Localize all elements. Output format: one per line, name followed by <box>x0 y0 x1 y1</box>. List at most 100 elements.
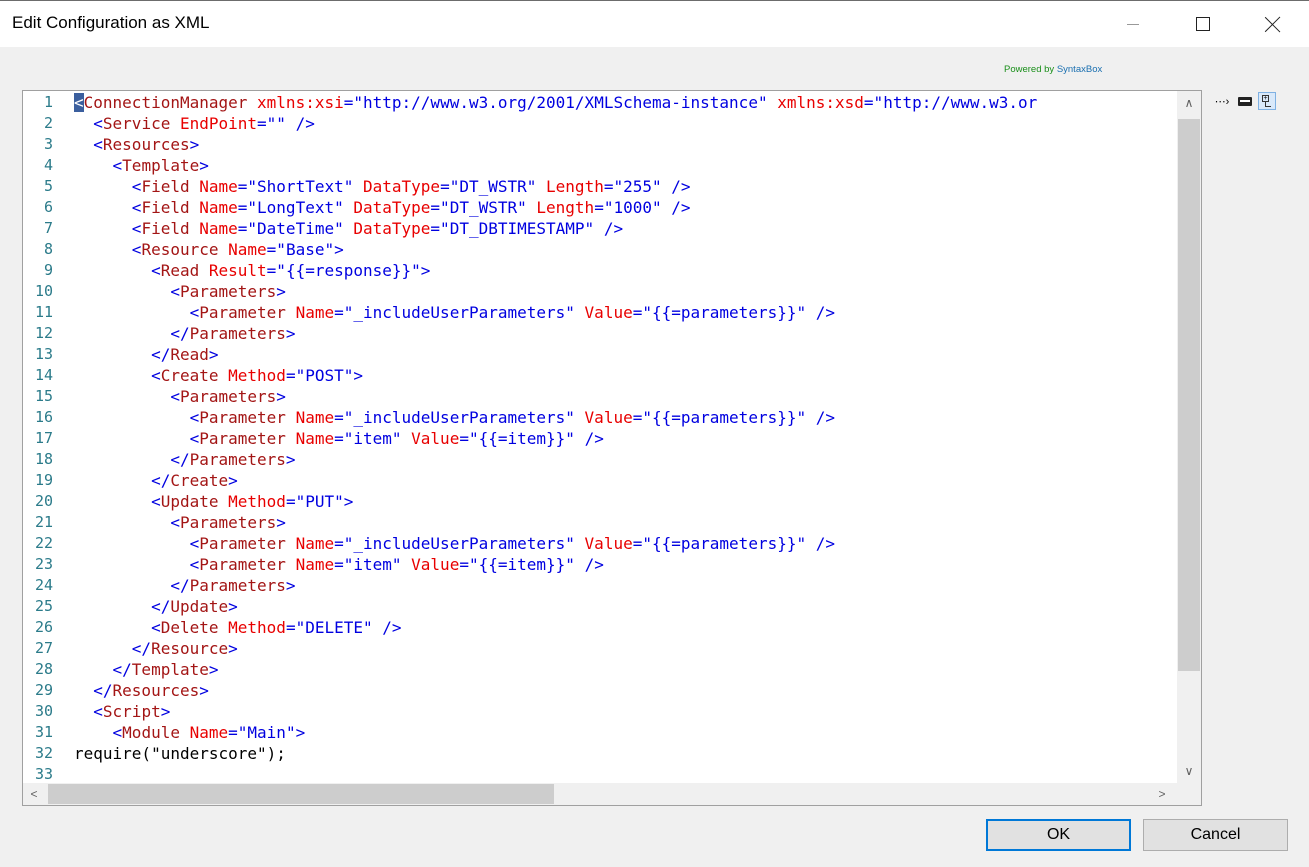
scroll-left-icon[interactable]: < <box>23 783 45 805</box>
scroll-up-icon[interactable]: ∧ <box>1177 91 1201 115</box>
line-number: 30 <box>34 702 53 720</box>
horizontal-scroll-thumb[interactable] <box>48 784 554 804</box>
code-line[interactable]: require("underscore"); <box>74 743 286 764</box>
code-token: > <box>276 513 286 532</box>
code-token: item <box>353 555 392 574</box>
code-line[interactable]: <Parameter Name="item" Value="{{=item}}"… <box>74 554 604 575</box>
code-line[interactable]: </Template> <box>74 659 219 680</box>
code-line[interactable]: <Parameters> <box>74 281 286 302</box>
code-line[interactable]: </Parameters> <box>74 575 295 596</box>
code-token: PUT <box>305 492 335 511</box>
code-token: _includeUserParameters <box>353 303 566 322</box>
code-line[interactable]: <Create Method="POST"> <box>74 365 363 386</box>
line-number: 11 <box>34 303 53 321</box>
code-line[interactable]: </Parameters> <box>74 323 295 344</box>
scroll-right-icon[interactable]: > <box>1151 783 1173 805</box>
code-line[interactable]: </Create> <box>74 470 238 491</box>
code-token: < <box>170 387 180 406</box>
code-token: < <box>170 513 180 532</box>
code-token: " /> <box>652 177 691 196</box>
close-icon <box>1265 16 1281 32</box>
code-token: Parameter <box>199 555 296 574</box>
code-token: =" <box>440 177 460 196</box>
code-line[interactable]: <Parameters> <box>74 512 286 533</box>
ok-button[interactable]: OK <box>986 819 1131 851</box>
code-token: " /> <box>796 408 836 427</box>
code-line[interactable]: <Field Name="DateTime" DataType="DT_DBTI… <box>74 218 623 239</box>
code-line[interactable]: <Script> <box>74 701 170 722</box>
code-line[interactable]: <Parameter Name="item" Value="{{=item}}"… <box>74 428 604 449</box>
code-token: Parameters <box>179 282 277 301</box>
code-line[interactable]: <Field Name="ShortText" DataType="DT_WST… <box>74 176 691 197</box>
code-token: DT_DBTIMESTAMP <box>449 219 585 238</box>
code-line[interactable]: <Resource Name="Base"> <box>74 239 344 260</box>
syntaxbox-link[interactable]: SyntaxBox <box>1057 64 1102 75</box>
cancel-button[interactable]: Cancel <box>1143 819 1288 851</box>
code-token: " <box>526 177 547 196</box>
line-number-gutter: 1 2 3 4 5 6 7 8 9 10 11 12 13 14 15 16 17 18 19 20 21 22 23 24 2… <box>23 91 65 783</box>
line-number: 16 <box>34 408 53 426</box>
code-token: Resource <box>151 639 229 658</box>
code-token: </ <box>170 450 190 469</box>
code-line[interactable]: <Update Method="PUT"> <box>74 491 353 512</box>
code-line[interactable]: <Parameter Name="_includeUserParameters"… <box>74 407 835 428</box>
keyboard-icon[interactable] <box>1236 92 1254 110</box>
code-token: Parameter <box>199 303 296 322</box>
code-token: Parameter <box>199 429 296 448</box>
line-number: 13 <box>34 345 53 363</box>
code-line[interactable]: <Module Name="Main"> <box>74 722 306 743</box>
code-token: =" <box>237 219 258 238</box>
code-line[interactable]: <Parameters> <box>74 386 286 407</box>
code-line[interactable]: </Parameters> <box>74 449 295 470</box>
code-line[interactable]: <Parameter Name="_includeUserParameters"… <box>74 302 835 323</box>
maximize-button[interactable] <box>1180 1 1226 47</box>
code-token: =" <box>334 429 354 448</box>
code-token: Resources <box>112 681 200 700</box>
code-token: "> <box>343 366 363 385</box>
code-line[interactable]: </Resource> <box>74 638 238 659</box>
code-line[interactable]: </Read> <box>74 344 218 365</box>
horizontal-scrollbar[interactable]: < > <box>23 783 1177 805</box>
code-token: =" <box>632 408 652 427</box>
code-line[interactable]: <Delete Method="DELETE" /> <box>74 617 401 638</box>
minimize-button[interactable] <box>1110 1 1156 47</box>
code-token: {{=response}} <box>285 261 412 280</box>
code-line[interactable]: </Resources> <box>74 680 209 701</box>
code-line[interactable]: <Service EndPoint="" /> <box>74 113 315 134</box>
arrow-icon[interactable]: ⋯› <box>1213 92 1231 110</box>
vertical-scrollbar[interactable]: ∧ ∨ <box>1177 91 1201 783</box>
code-token: =" <box>228 723 248 742</box>
code-token: 255 <box>623 177 652 196</box>
code-line[interactable]: <Field Name="LongText" DataType="DT_WSTR… <box>74 197 691 218</box>
code-line[interactable]: <ConnectionManager xmlns:xsi="http://www… <box>74 92 1037 113</box>
line-number: 5 <box>43 177 53 195</box>
tree-icon[interactable]: + <box>1258 92 1276 110</box>
code-token: Parameters <box>189 324 286 343</box>
code-token: > <box>228 639 238 658</box>
vertical-scroll-thumb[interactable] <box>1178 119 1200 671</box>
code-line[interactable]: </Update> <box>74 596 238 617</box>
code-line[interactable]: <Resources> <box>74 134 199 155</box>
code-token: Name <box>199 198 238 217</box>
code-token: < <box>131 219 142 238</box>
code-token: =" <box>334 303 354 322</box>
line-number: 8 <box>43 240 53 258</box>
code-area[interactable]: <ConnectionManager xmlns:xsi="http://www… <box>74 91 1177 783</box>
close-button[interactable] <box>1250 1 1296 47</box>
code-token: " /> <box>796 303 836 322</box>
code-line[interactable]: <Parameter Name="_includeUserParameters"… <box>74 533 835 554</box>
scroll-down-icon[interactable]: ∨ <box>1177 759 1201 783</box>
code-line[interactable]: <Template> <box>74 155 209 176</box>
code-token: =" <box>266 261 286 280</box>
xml-editor[interactable]: 1 2 3 4 5 6 7 8 9 10 11 12 13 14 15 16 17 18 19 20 21 22 23 24 2… <box>22 90 1202 806</box>
code-token: xmlns:xsd <box>777 93 864 112</box>
code-token: </ <box>93 681 113 700</box>
code-token: {{=parameters}} <box>651 303 797 322</box>
line-number: 6 <box>43 198 53 216</box>
code-line[interactable]: <Read Result="{{=response}}"> <box>74 260 430 281</box>
